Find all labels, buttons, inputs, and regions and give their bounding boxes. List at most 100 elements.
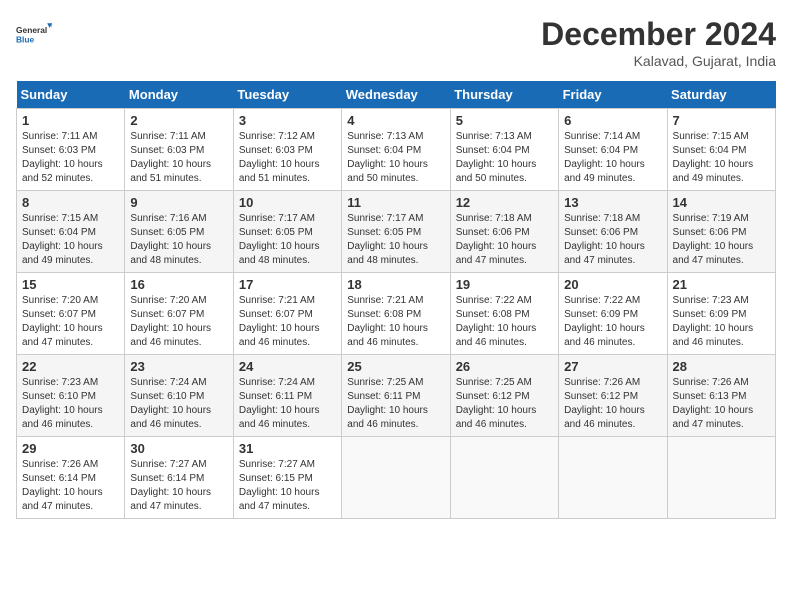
calendar-cell: 11 Sunrise: 7:17 AMSunset: 6:05 PMDaylig… xyxy=(342,191,450,273)
calendar-cell: 28 Sunrise: 7:26 AMSunset: 6:13 PMDaylig… xyxy=(667,355,775,437)
month-title: December 2024 xyxy=(541,16,776,53)
day-number: 3 xyxy=(239,113,336,128)
day-info: Sunrise: 7:24 AMSunset: 6:11 PMDaylight:… xyxy=(239,377,320,430)
day-number: 6 xyxy=(564,113,661,128)
day-number: 7 xyxy=(673,113,770,128)
calendar-week-row: 15 Sunrise: 7:20 AMSunset: 6:07 PMDaylig… xyxy=(17,273,776,355)
page-header: General Blue December 2024 Kalavad, Guja… xyxy=(16,16,776,69)
day-info: Sunrise: 7:19 AMSunset: 6:06 PMDaylight:… xyxy=(673,213,754,266)
day-number: 25 xyxy=(347,359,444,374)
calendar-cell: 22 Sunrise: 7:23 AMSunset: 6:10 PMDaylig… xyxy=(17,355,125,437)
day-number: 12 xyxy=(456,195,553,210)
day-number: 4 xyxy=(347,113,444,128)
svg-text:General: General xyxy=(16,25,47,35)
day-info: Sunrise: 7:25 AMSunset: 6:12 PMDaylight:… xyxy=(456,377,537,430)
calendar-cell: 8 Sunrise: 7:15 AMSunset: 6:04 PMDayligh… xyxy=(17,191,125,273)
location-text: Kalavad, Gujarat, India xyxy=(541,53,776,69)
col-monday: Monday xyxy=(125,81,233,109)
day-info: Sunrise: 7:11 AMSunset: 6:03 PMDaylight:… xyxy=(130,131,211,184)
calendar-cell: 10 Sunrise: 7:17 AMSunset: 6:05 PMDaylig… xyxy=(233,191,341,273)
day-info: Sunrise: 7:13 AMSunset: 6:04 PMDaylight:… xyxy=(456,131,537,184)
calendar-cell: 30 Sunrise: 7:27 AMSunset: 6:14 PMDaylig… xyxy=(125,437,233,519)
day-number: 2 xyxy=(130,113,227,128)
day-number: 18 xyxy=(347,277,444,292)
calendar-cell: 29 Sunrise: 7:26 AMSunset: 6:14 PMDaylig… xyxy=(17,437,125,519)
calendar-table: Sunday Monday Tuesday Wednesday Thursday… xyxy=(16,81,776,519)
calendar-cell: 26 Sunrise: 7:25 AMSunset: 6:12 PMDaylig… xyxy=(450,355,558,437)
col-saturday: Saturday xyxy=(667,81,775,109)
calendar-cell: 4 Sunrise: 7:13 AMSunset: 6:04 PMDayligh… xyxy=(342,109,450,191)
calendar-cell: 31 Sunrise: 7:27 AMSunset: 6:15 PMDaylig… xyxy=(233,437,341,519)
calendar-cell: 7 Sunrise: 7:15 AMSunset: 6:04 PMDayligh… xyxy=(667,109,775,191)
day-info: Sunrise: 7:26 AMSunset: 6:12 PMDaylight:… xyxy=(564,377,645,430)
calendar-cell: 13 Sunrise: 7:18 AMSunset: 6:06 PMDaylig… xyxy=(559,191,667,273)
logo: General Blue xyxy=(16,16,52,52)
day-number: 17 xyxy=(239,277,336,292)
calendar-cell: 20 Sunrise: 7:22 AMSunset: 6:09 PMDaylig… xyxy=(559,273,667,355)
col-friday: Friday xyxy=(559,81,667,109)
col-tuesday: Tuesday xyxy=(233,81,341,109)
empty-cell xyxy=(667,437,775,519)
day-number: 22 xyxy=(22,359,119,374)
col-thursday: Thursday xyxy=(450,81,558,109)
day-number: 11 xyxy=(347,195,444,210)
day-number: 31 xyxy=(239,441,336,456)
day-info: Sunrise: 7:27 AMSunset: 6:14 PMDaylight:… xyxy=(130,459,211,512)
day-info: Sunrise: 7:12 AMSunset: 6:03 PMDaylight:… xyxy=(239,131,320,184)
calendar-header-row: Sunday Monday Tuesday Wednesday Thursday… xyxy=(17,81,776,109)
calendar-cell: 9 Sunrise: 7:16 AMSunset: 6:05 PMDayligh… xyxy=(125,191,233,273)
day-info: Sunrise: 7:18 AMSunset: 6:06 PMDaylight:… xyxy=(456,213,537,266)
day-info: Sunrise: 7:26 AMSunset: 6:13 PMDaylight:… xyxy=(673,377,754,430)
calendar-cell: 19 Sunrise: 7:22 AMSunset: 6:08 PMDaylig… xyxy=(450,273,558,355)
calendar-cell: 1 Sunrise: 7:11 AMSunset: 6:03 PMDayligh… xyxy=(17,109,125,191)
day-number: 9 xyxy=(130,195,227,210)
day-number: 28 xyxy=(673,359,770,374)
day-number: 24 xyxy=(239,359,336,374)
calendar-cell: 3 Sunrise: 7:12 AMSunset: 6:03 PMDayligh… xyxy=(233,109,341,191)
day-info: Sunrise: 7:20 AMSunset: 6:07 PMDaylight:… xyxy=(130,295,211,348)
day-number: 10 xyxy=(239,195,336,210)
day-number: 13 xyxy=(564,195,661,210)
calendar-cell: 17 Sunrise: 7:21 AMSunset: 6:07 PMDaylig… xyxy=(233,273,341,355)
empty-cell xyxy=(450,437,558,519)
col-sunday: Sunday xyxy=(17,81,125,109)
calendar-cell: 23 Sunrise: 7:24 AMSunset: 6:10 PMDaylig… xyxy=(125,355,233,437)
calendar-cell: 18 Sunrise: 7:21 AMSunset: 6:08 PMDaylig… xyxy=(342,273,450,355)
calendar-cell: 15 Sunrise: 7:20 AMSunset: 6:07 PMDaylig… xyxy=(17,273,125,355)
col-wednesday: Wednesday xyxy=(342,81,450,109)
day-number: 16 xyxy=(130,277,227,292)
day-info: Sunrise: 7:25 AMSunset: 6:11 PMDaylight:… xyxy=(347,377,428,430)
day-info: Sunrise: 7:11 AMSunset: 6:03 PMDaylight:… xyxy=(22,131,103,184)
calendar-cell: 27 Sunrise: 7:26 AMSunset: 6:12 PMDaylig… xyxy=(559,355,667,437)
svg-text:Blue: Blue xyxy=(16,34,35,44)
title-block: December 2024 Kalavad, Gujarat, India xyxy=(541,16,776,69)
day-info: Sunrise: 7:22 AMSunset: 6:09 PMDaylight:… xyxy=(564,295,645,348)
empty-cell xyxy=(559,437,667,519)
day-info: Sunrise: 7:15 AMSunset: 6:04 PMDaylight:… xyxy=(22,213,103,266)
day-number: 27 xyxy=(564,359,661,374)
calendar-cell: 5 Sunrise: 7:13 AMSunset: 6:04 PMDayligh… xyxy=(450,109,558,191)
day-info: Sunrise: 7:21 AMSunset: 6:08 PMDaylight:… xyxy=(347,295,428,348)
calendar-cell: 14 Sunrise: 7:19 AMSunset: 6:06 PMDaylig… xyxy=(667,191,775,273)
day-info: Sunrise: 7:27 AMSunset: 6:15 PMDaylight:… xyxy=(239,459,320,512)
calendar-cell: 6 Sunrise: 7:14 AMSunset: 6:04 PMDayligh… xyxy=(559,109,667,191)
day-info: Sunrise: 7:17 AMSunset: 6:05 PMDaylight:… xyxy=(239,213,320,266)
calendar-week-row: 1 Sunrise: 7:11 AMSunset: 6:03 PMDayligh… xyxy=(17,109,776,191)
logo-svg: General Blue xyxy=(16,16,52,52)
calendar-week-row: 29 Sunrise: 7:26 AMSunset: 6:14 PMDaylig… xyxy=(17,437,776,519)
calendar-cell: 21 Sunrise: 7:23 AMSunset: 6:09 PMDaylig… xyxy=(667,273,775,355)
day-info: Sunrise: 7:21 AMSunset: 6:07 PMDaylight:… xyxy=(239,295,320,348)
day-number: 20 xyxy=(564,277,661,292)
calendar-week-row: 8 Sunrise: 7:15 AMSunset: 6:04 PMDayligh… xyxy=(17,191,776,273)
calendar-cell: 12 Sunrise: 7:18 AMSunset: 6:06 PMDaylig… xyxy=(450,191,558,273)
day-info: Sunrise: 7:20 AMSunset: 6:07 PMDaylight:… xyxy=(22,295,103,348)
day-number: 5 xyxy=(456,113,553,128)
day-number: 15 xyxy=(22,277,119,292)
day-number: 23 xyxy=(130,359,227,374)
day-info: Sunrise: 7:22 AMSunset: 6:08 PMDaylight:… xyxy=(456,295,537,348)
day-number: 8 xyxy=(22,195,119,210)
day-info: Sunrise: 7:18 AMSunset: 6:06 PMDaylight:… xyxy=(564,213,645,266)
day-info: Sunrise: 7:24 AMSunset: 6:10 PMDaylight:… xyxy=(130,377,211,430)
day-number: 14 xyxy=(673,195,770,210)
day-number: 1 xyxy=(22,113,119,128)
